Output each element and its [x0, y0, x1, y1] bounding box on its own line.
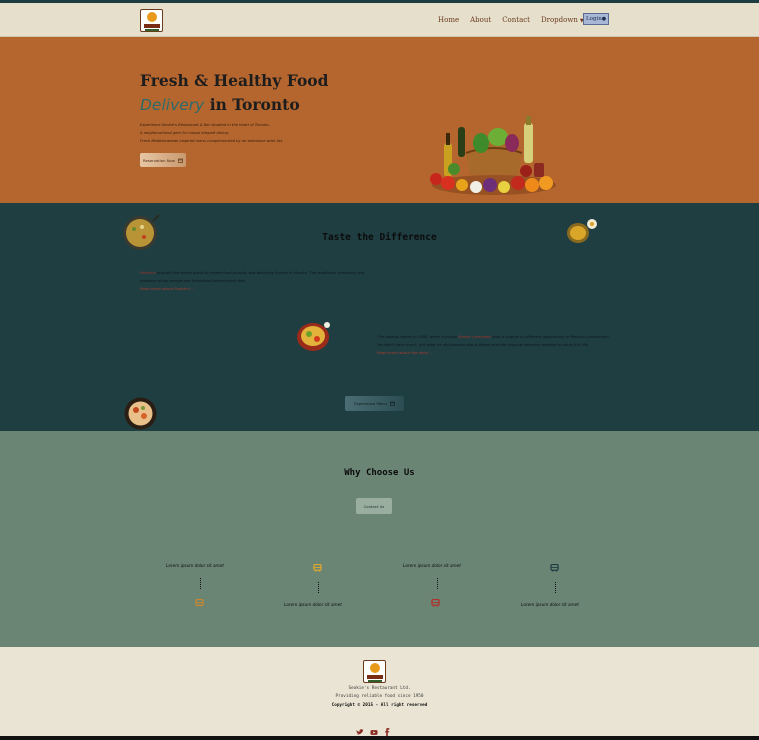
youtube-icon[interactable]: [370, 721, 378, 735]
timeline-connector: [437, 578, 438, 589]
founder-highlight: Seokie Lorenzetti: [457, 334, 491, 339]
hero-description: Experience Seokie's Restaurant & Bar sit…: [140, 121, 300, 145]
reservation-button[interactable]: Reservation Now: [140, 153, 186, 167]
brand-logo[interactable]: [140, 9, 163, 32]
brand-highlight: Seokie's: [140, 270, 156, 275]
nav-link-contact[interactable]: Contact: [502, 16, 530, 24]
taste-title: Taste the Difference: [322, 232, 437, 243]
nav-links: Home About Contact Dropdown ▼: [438, 16, 584, 24]
timeline-label: Lorem ipsum dolor sit amet: [403, 563, 461, 568]
taste-p2-pre: The legend begins in 1950, when a young: [377, 334, 458, 339]
reservation-label: Reservation Now: [142, 157, 175, 163]
taste-paragraph-1: Seokie's brought the whole world to crea…: [140, 269, 365, 293]
hero-title-accent: Delivery: [140, 96, 205, 114]
hero-desc-line: Experience Seokie's Restaurant & Bar sit…: [140, 123, 270, 127]
nav-link-about[interactable]: About: [470, 16, 491, 24]
social-links: [356, 721, 391, 736]
bottom-strip: [0, 736, 759, 740]
experience-menu-button[interactable]: Experience Menu: [345, 396, 404, 411]
taste-paragraph-2: The legend begins in 1950, when a young …: [377, 333, 612, 357]
why-section: Why Choose Us Contact Us Lorem ipsum dol…: [0, 431, 759, 647]
timeline-connector: [318, 582, 319, 593]
footer: Seokie's Restaurant Ltd. Providing relia…: [0, 647, 759, 736]
contact-us-button[interactable]: Contact Us: [356, 498, 392, 514]
hero-title-line1: Fresh & Healthy Food: [140, 71, 329, 90]
hero-section: Fresh & Healthy Food Delivery in Toronto…: [0, 37, 759, 203]
read-more-link-2[interactable]: Read more about the story ...: [377, 350, 433, 355]
taste-section: Taste the Difference Seokie's brought th…: [0, 203, 759, 431]
bus-icon: [431, 599, 440, 607]
bus-icon: [195, 599, 204, 607]
login-label: Login: [586, 16, 602, 22]
hero-title: Fresh & Healthy Food Delivery in Toronto: [140, 69, 328, 117]
footer-copyright: Copyright © 2015 - All right reserved: [331, 703, 428, 708]
experience-menu-label: Experience Menu: [354, 401, 387, 406]
food-basket-image: [430, 116, 556, 195]
navbar: Home About Contact Dropdown ▼ Login ●: [0, 3, 759, 37]
taste-p1-text: brought the whole world to create food p…: [140, 270, 365, 283]
user-icon: ●: [601, 16, 607, 22]
footer-logo: [363, 660, 386, 683]
taco-plate-image: [297, 322, 330, 351]
login-button[interactable]: Login ●: [583, 13, 609, 25]
calendar-icon: [178, 158, 183, 163]
facebook-icon[interactable]: [384, 721, 391, 736]
timeline-label: Lorem ipsum dolor sit amet: [521, 602, 579, 607]
nav-dropdown-label: Dropdown: [541, 16, 578, 24]
twitter-icon[interactable]: [356, 721, 364, 735]
why-title: Why Choose Us: [344, 468, 415, 478]
pasta-bowl-image: [124, 397, 157, 430]
hero-title-rest: in Toronto: [204, 95, 300, 114]
timeline-label: Lorem ipsum dolor sit amet: [166, 563, 224, 568]
footer-tagline: Providing reliable food since 1950: [335, 694, 424, 699]
timeline-connector: [555, 582, 556, 593]
timeline-label: Lorem ipsum dolor sit amet: [284, 602, 342, 607]
nav-link-home[interactable]: Home: [438, 16, 459, 24]
read-more-link-1[interactable]: Read more about Seokie's ...: [140, 286, 195, 291]
timeline-connector: [200, 578, 201, 589]
contact-us-label: Contact Us: [363, 503, 385, 509]
hero-desc-line: A neighbourhood gem for casual elegant d…: [140, 131, 230, 135]
hero-desc-line: Fresh Mediterranean inspired menu comple…: [140, 139, 284, 143]
bus-icon: [550, 564, 559, 572]
pan-dish-image: [567, 219, 597, 243]
bus-icon: [313, 564, 322, 572]
calendar-icon: [390, 401, 395, 406]
paella-pan-image: [123, 214, 160, 250]
footer-company: Seokie's Restaurant Ltd.: [348, 686, 411, 691]
nav-dropdown[interactable]: Dropdown ▼: [541, 16, 584, 24]
